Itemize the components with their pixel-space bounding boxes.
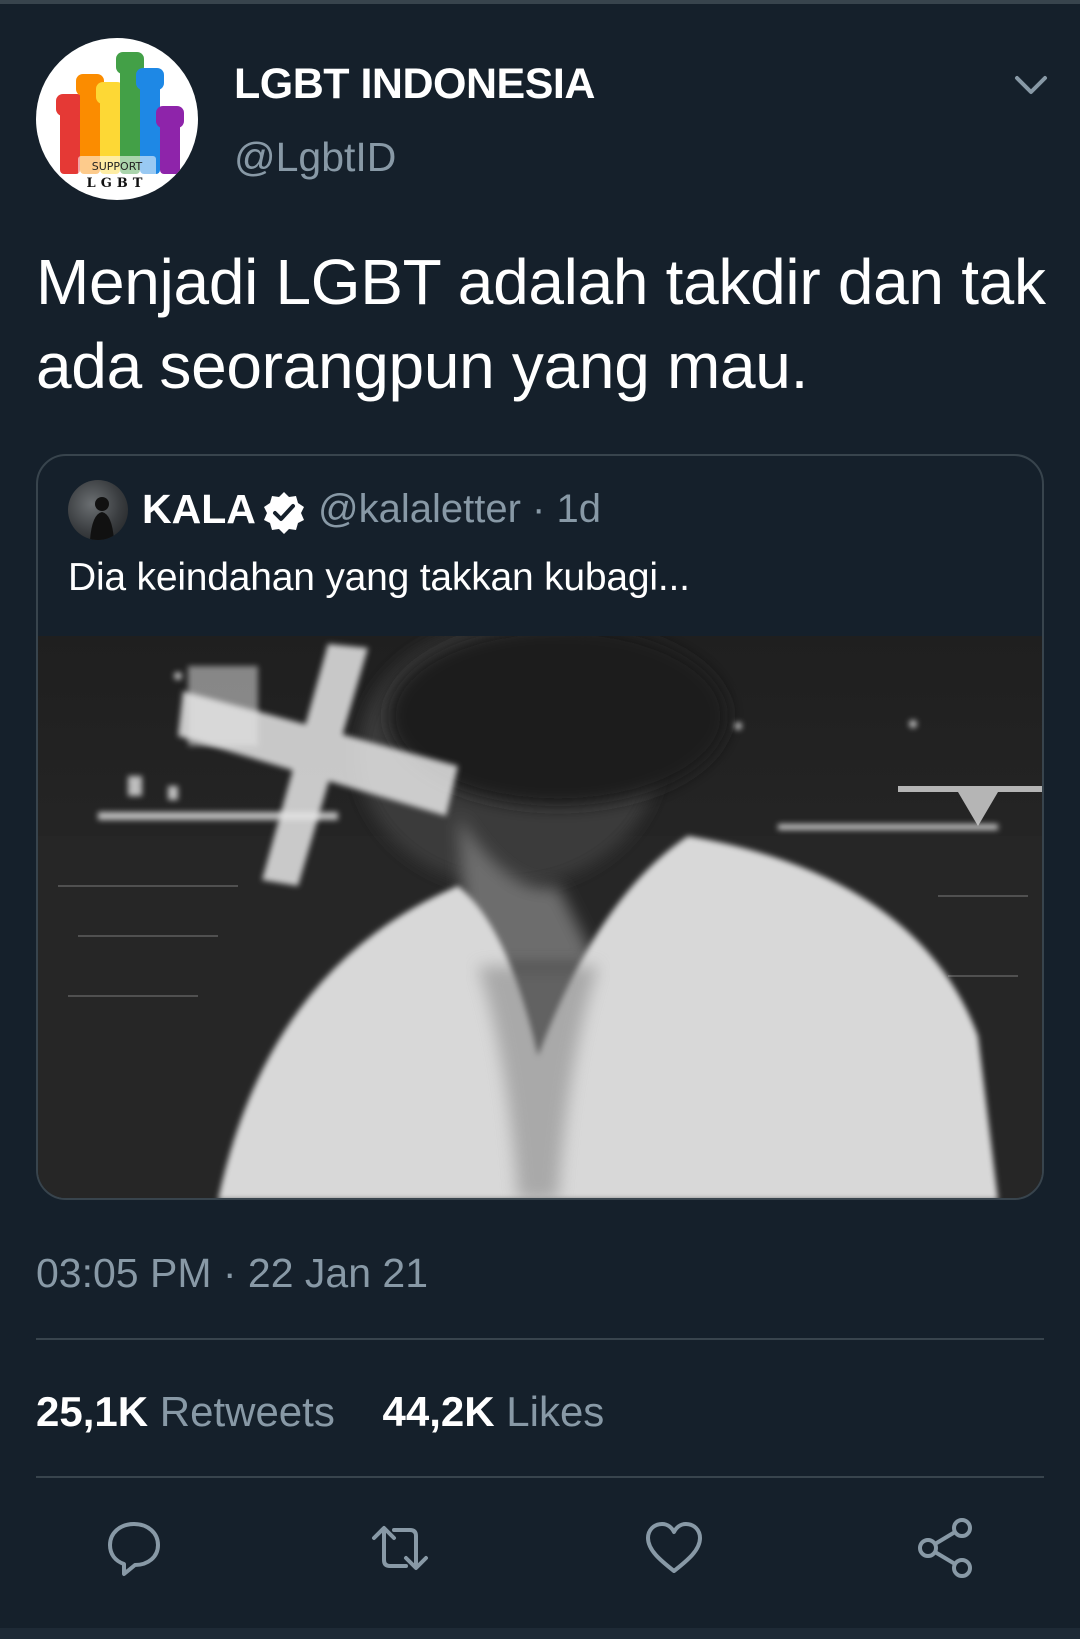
likes-label: Likes <box>506 1388 605 1435</box>
verified-badge-icon <box>262 490 306 534</box>
author-display-name[interactable]: LGBT INDONESIA <box>234 60 595 109</box>
retweets-stat[interactable]: 25,1K Retweets <box>36 1388 335 1436</box>
tweet-timestamp[interactable]: 03:05 PM · 22 Jan 21 <box>36 1250 428 1297</box>
avatar-text-top: SUPPORT <box>92 160 143 173</box>
likes-count: 44,2K <box>382 1388 495 1435</box>
retweet-button[interactable] <box>368 1516 432 1580</box>
author-handle[interactable]: @LgbtID <box>234 134 396 181</box>
tweet-text: Menjadi LGBT adalah takdir dan tak ada s… <box>36 246 1046 402</box>
tweet-detail: SUPPORT LGBT LGBT INDONESIA @LgbtID Menj… <box>0 0 1080 1639</box>
quoted-author-name: KALA <box>142 486 256 532</box>
support-lgbt-logo: SUPPORT LGBT <box>56 52 184 192</box>
quoted-media-photo[interactable] <box>38 626 1042 1198</box>
engagement-stats: 25,1K Retweets 44,2K Likes <box>36 1388 640 1436</box>
quoted-tweet-text: Dia keindahan yang takkan kubagi... <box>68 556 690 599</box>
likes-stat[interactable]: 44,2K Likes <box>383 1388 605 1436</box>
author-avatar[interactable]: SUPPORT LGBT <box>36 38 198 200</box>
like-icon <box>646 1522 702 1573</box>
reply-button[interactable] <box>102 1516 166 1580</box>
quoted-tweet-card[interactable]: KALA @kalaletter · 1d Dia keindahan yang… <box>36 454 1044 1200</box>
like-button[interactable] <box>642 1516 706 1580</box>
reply-icon <box>108 1522 160 1576</box>
share-button[interactable] <box>914 1516 978 1580</box>
retweet-icon <box>372 1526 428 1570</box>
share-icon <box>918 1518 972 1578</box>
retweets-label: Retweets <box>159 1388 335 1435</box>
avatar-text-bottom: LGBT <box>87 176 148 191</box>
retweets-count: 25,1K <box>36 1388 149 1435</box>
quoted-author-avatar[interactable] <box>68 480 128 540</box>
divider <box>36 1476 1044 1478</box>
chevron-down-icon[interactable] <box>1012 66 1050 104</box>
quoted-handle-time: @kalaletter · 1d <box>318 487 601 531</box>
divider <box>36 1338 1044 1340</box>
bottom-divider <box>0 1628 1080 1639</box>
